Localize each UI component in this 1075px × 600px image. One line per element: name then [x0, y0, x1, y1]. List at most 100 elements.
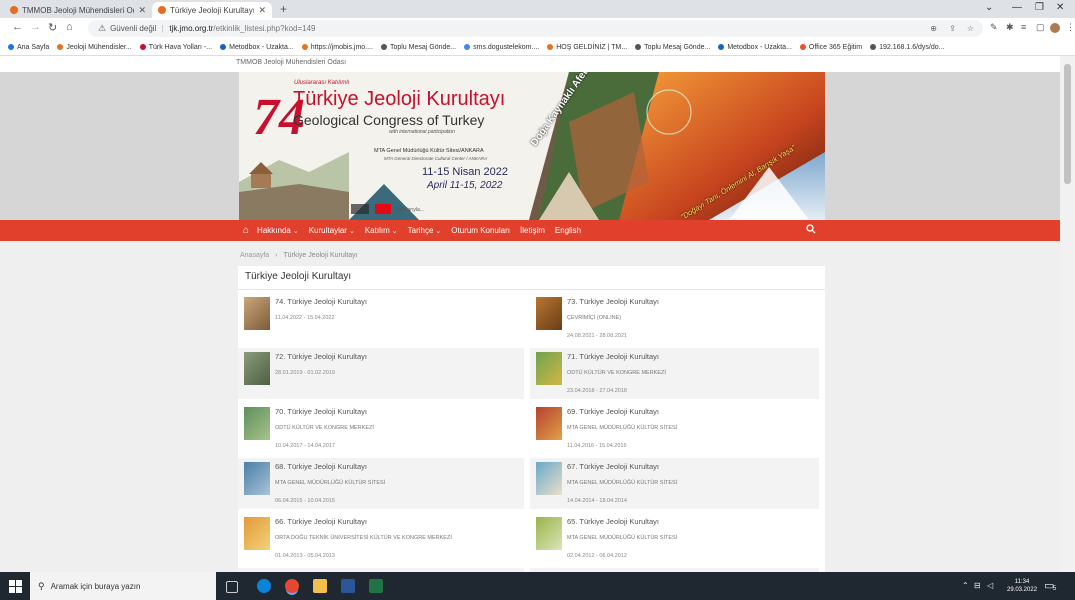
item-title[interactable]: 71. Türkiye Jeoloji Kurultayı — [567, 352, 659, 361]
extension-icon[interactable]: ✎ — [990, 22, 998, 33]
item-title[interactable]: 70. Türkiye Jeoloji Kurultayı — [275, 407, 367, 416]
list-item[interactable]: 74. Türkiye Jeoloji Kurultayı 11.04.2022… — [238, 293, 524, 344]
item-place: MTA GENEL MÜDÜRLÜĞÜ KÜLTÜR SİTESİ — [275, 480, 386, 486]
item-title[interactable]: 66. Türkiye Jeoloji Kurultayı — [275, 517, 367, 526]
minimize-icon[interactable]: — — [1012, 2, 1022, 13]
menu-item-hakkinda[interactable]: Hakkında ⌄ — [257, 226, 299, 235]
bookmark-item[interactable]: Office 365 Eğitim — [799, 44, 862, 51]
menu-label: Kurultaylar — [308, 226, 347, 235]
reload-icon[interactable]: ↻ — [48, 21, 57, 34]
sidebar-icon[interactable]: ▢ — [1036, 22, 1045, 33]
item-title[interactable]: 74. Türkiye Jeoloji Kurultayı — [275, 297, 367, 306]
network-icon[interactable]: ⊟ — [974, 581, 981, 590]
warning-icon[interactable]: ⚠ — [98, 23, 106, 34]
puzzle-icon[interactable]: ✱ — [1006, 22, 1014, 33]
bookmark-item[interactable]: HOŞ GELDİNİZ | TM... — [547, 44, 627, 51]
restore-icon[interactable]: ❐ — [1035, 2, 1044, 13]
list-item[interactable]: 72. Türkiye Jeoloji Kurultayı 28.01.2019… — [238, 348, 524, 399]
back-arrow-icon[interactable]: ← — [12, 21, 23, 33]
item-dates: 10.04.2017 - 14.04.2017 — [275, 443, 335, 449]
congress-thumbnail — [536, 407, 562, 440]
close-icon[interactable]: ✕ — [258, 5, 266, 16]
menu-item-tarihce[interactable]: Tarihçe ⌄ — [408, 226, 442, 235]
menu-item-oturum-konulari[interactable]: Oturum Konuları — [451, 226, 510, 235]
browser-tab-1[interactable]: TMMOB Jeoloji Mühendisleri Oda ✕ — [4, 2, 152, 18]
new-tab-icon[interactable]: + — [280, 2, 287, 16]
clock-time: 11:34 — [1014, 579, 1030, 585]
chevron-down-icon: ⌄ — [292, 227, 299, 235]
item-title[interactable]: 65. Türkiye Jeoloji Kurultayı — [567, 517, 659, 526]
forward-arrow-icon[interactable]: → — [30, 21, 41, 33]
separator: | — [161, 24, 164, 33]
excel-icon[interactable] — [369, 579, 383, 593]
list-item[interactable]: 67. Türkiye Jeoloji Kurultayı MTA GENEL … — [530, 458, 819, 509]
congress-thumbnail — [536, 462, 562, 495]
bookmark-icon — [301, 44, 308, 50]
bookmark-item[interactable]: sms.dogustelekom.... — [464, 44, 539, 51]
menu-item-english[interactable]: English — [555, 226, 581, 235]
playlist-icon[interactable]: ≡ — [1021, 22, 1026, 32]
share-icon[interactable]: ⇪ — [949, 24, 956, 33]
menu-item-katilim[interactable]: Katılım ⌄ — [365, 226, 398, 235]
profile-avatar[interactable] — [1050, 23, 1060, 33]
bookmark-label: sms.dogustelekom.... — [473, 43, 540, 51]
bookmark-icon — [380, 44, 387, 50]
chevron-up-icon[interactable]: ⌃ — [962, 581, 969, 590]
item-title[interactable]: 72. Türkiye Jeoloji Kurultayı — [275, 352, 367, 361]
system-clock[interactable]: 11:34 29.03.2022 — [1007, 578, 1037, 594]
navigation-bar: ← → ↻ ⌂ ⚠ Güvenli değil | tjk.jmo.org.tr… — [0, 18, 1075, 39]
list-item[interactable]: 73. Türkiye Jeoloji Kurultayı ÇEVRİMİÇİ … — [530, 293, 816, 344]
bookmark-item[interactable]: Toplu Mesaj Gönde... — [635, 44, 710, 51]
start-button[interactable] — [0, 572, 30, 600]
banner-title-en: Geological Congress of Turkey — [293, 112, 485, 128]
menu-item-kurultaylar[interactable]: Kurultaylar ⌄ — [309, 226, 355, 235]
item-title[interactable]: 69. Türkiye Jeoloji Kurultayı — [567, 407, 659, 416]
breadcrumb-home[interactable]: Anasayfa — [240, 252, 269, 259]
home-icon[interactable]: ⌂ — [66, 21, 73, 33]
chevron-down-icon[interactable]: ⌄ — [985, 2, 993, 13]
bookmark-item[interactable]: https://jmobis.jmo.... — [301, 44, 373, 51]
item-place: ODTÜ KÜLTÜR VE KONGRE MERKEZİ — [275, 425, 374, 431]
bookmark-item[interactable]: Metodbox - Uzakta... — [718, 44, 792, 51]
taskbar-search[interactable]: ⚲ Aramak için buraya yazın — [30, 572, 216, 600]
volume-icon[interactable]: ◁ — [987, 581, 993, 590]
menu-kebab-icon[interactable]: ⋮ — [1066, 22, 1075, 33]
list-item[interactable]: 70. Türkiye Jeoloji Kurultayı ODTÜ KÜLTÜ… — [238, 403, 524, 454]
list-item[interactable]: 65. Türkiye Jeoloji Kurultayı MTA GENEL … — [530, 513, 816, 564]
browser-tab-2[interactable]: Türkiye Jeoloji Kurultayı | TMMO ✕ — [152, 2, 272, 18]
item-title[interactable]: 67. Türkiye Jeoloji Kurultayı — [567, 462, 659, 471]
list-item[interactable]: 69. Türkiye Jeoloji Kurultayı MTA GENEL … — [530, 403, 816, 454]
star-icon[interactable]: ☆ — [967, 24, 974, 33]
home-icon[interactable]: ⌂ — [243, 225, 249, 236]
search-icon[interactable] — [806, 224, 816, 237]
address-bar[interactable]: ⚠ Güvenli değil | tjk.jmo.org.tr/etkinli… — [88, 20, 983, 37]
chrome-icon[interactable] — [285, 579, 299, 593]
edge-icon[interactable] — [257, 579, 271, 593]
bookmark-item[interactable]: Ana Sayfa — [8, 44, 49, 51]
item-title[interactable]: 73. Türkiye Jeoloji Kurultayı — [567, 297, 659, 306]
list-item[interactable]: 68. Türkiye Jeoloji Kurultayı MTA GENEL … — [238, 458, 524, 509]
bookmark-item[interactable]: 192.168.1.6/dys/do... — [870, 44, 945, 51]
word-icon[interactable] — [341, 579, 355, 593]
bookmark-item[interactable]: Türk Hava Yolları -... — [139, 44, 212, 51]
list-item[interactable]: 66. Türkiye Jeoloji Kurultayı ORTA DOĞU … — [238, 513, 524, 564]
bookmark-label: Metodbox - Uzakta... — [727, 43, 792, 51]
bookmark-item[interactable]: Toplu Mesaj Gönde... — [380, 44, 456, 51]
bookmark-item[interactable]: Jeoloji Mühendisler... — [57, 44, 132, 51]
task-view-icon[interactable] — [226, 581, 238, 593]
file-explorer-icon[interactable] — [313, 579, 327, 593]
banner-title-tr: Türkiye Jeoloji Kurultayı — [293, 88, 506, 110]
list-item[interactable]: 71. Türkiye Jeoloji Kurultayı ODTÜ KÜLTÜ… — [530, 348, 819, 399]
page-scrollbar[interactable] — [1060, 56, 1075, 572]
item-title[interactable]: 68. Türkiye Jeoloji Kurultayı — [275, 462, 367, 471]
zoom-icon[interactable]: ⊕ — [930, 24, 937, 33]
window-close-icon[interactable]: ✕ — [1056, 2, 1064, 13]
close-icon[interactable]: ✕ — [138, 5, 146, 16]
bookmark-item[interactable]: Metodbox - Uzakta... — [220, 44, 294, 51]
org-link[interactable]: TMMOB Jeoloji Mühendisleri Odası — [236, 59, 346, 66]
url-text: tjk.jmo.org.tr/etkinlik_listesi.php?kod=… — [169, 24, 315, 33]
scrollbar-thumb[interactable] — [1064, 64, 1071, 184]
breadcrumb: Anasayfa › Türkiye Jeoloji Kurultayı — [240, 252, 358, 259]
item-dates: 14.04.2014 - 18.04.2014 — [567, 498, 627, 504]
menu-item-iletisim[interactable]: İletişim — [520, 226, 545, 235]
